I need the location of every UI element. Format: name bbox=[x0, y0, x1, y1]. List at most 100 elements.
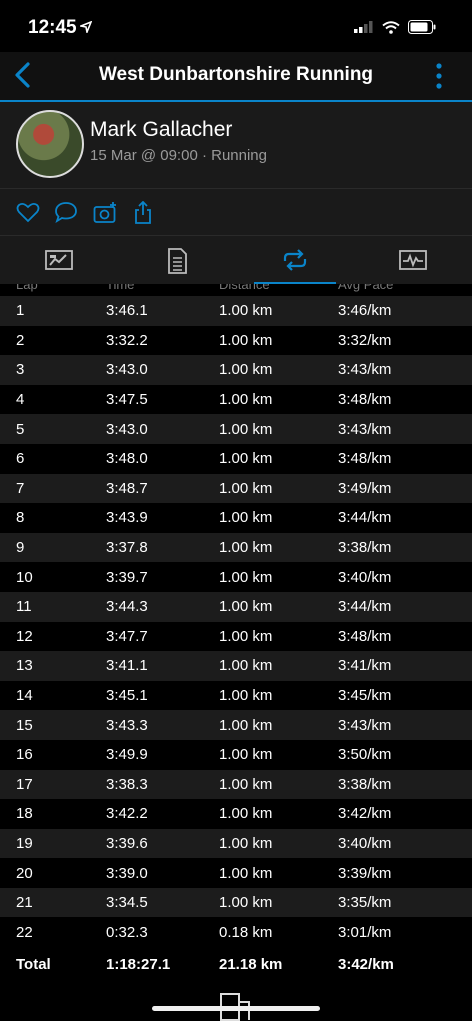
status-time: 12:45 bbox=[28, 17, 77, 38]
lap-time: 3:45.1 bbox=[106, 687, 148, 705]
total-time: 1:18:27.1 bbox=[106, 955, 171, 973]
lap-number: 12 bbox=[16, 627, 33, 645]
lap-pace: 3:45/km bbox=[338, 687, 392, 705]
table-row[interactable]: 19 3:39.6 1.00 km 3:40/km bbox=[0, 828, 472, 859]
lap-pace: 3:48/km bbox=[338, 391, 392, 409]
tab-details[interactable] bbox=[118, 236, 236, 284]
table-row[interactable]: 2 3:32.2 1.00 km 3:32/km bbox=[0, 326, 472, 356]
lap-pace: 3:50/km bbox=[338, 746, 392, 764]
charts-tab-icon bbox=[399, 250, 427, 270]
table-row[interactable]: 20 3:39.0 1.00 km 3:39/km bbox=[0, 858, 472, 888]
lap-pace: 3:40/km bbox=[338, 834, 392, 852]
lap-pace: 3:32/km bbox=[338, 331, 392, 349]
table-row[interactable]: 6 3:48.0 1.00 km 3:48/km bbox=[0, 444, 472, 474]
table-row[interactable]: 1 3:46.1 1.00 km 3:46/km bbox=[0, 296, 472, 326]
more-vertical-icon[interactable] bbox=[432, 62, 446, 90]
lap-distance: 1.00 km bbox=[219, 361, 273, 379]
lap-time: 3:43.9 bbox=[106, 509, 148, 527]
lap-number: 5 bbox=[16, 420, 25, 438]
lap-pace: 3:39/km bbox=[338, 864, 392, 882]
lap-number: 17 bbox=[16, 775, 33, 793]
laps-tab-icon bbox=[283, 249, 307, 271]
lap-time: 3:43.0 bbox=[106, 361, 148, 379]
nav-bar: West Dunbartonshire Running bbox=[0, 52, 472, 102]
table-row[interactable]: 16 3:49.9 1.00 km 3:50/km bbox=[0, 740, 472, 770]
lap-number: 16 bbox=[16, 746, 33, 764]
table-row[interactable]: 4 3:47.5 1.00 km 3:48/km bbox=[0, 385, 472, 415]
lap-distance: 1.00 km bbox=[219, 391, 273, 409]
table-row[interactable]: 13 3:41.1 1.00 km 3:41/km bbox=[0, 651, 472, 681]
lap-distance: 1.00 km bbox=[219, 420, 273, 438]
athlete-name[interactable]: Mark Gallacher bbox=[90, 118, 232, 142]
share-icon[interactable] bbox=[133, 201, 153, 225]
table-body: 1 3:46.1 1.00 km 3:46/km 2 3:32.2 1.00 km 3:32/… bbox=[0, 296, 472, 947]
tab-laps[interactable] bbox=[236, 236, 354, 284]
battery-icon bbox=[408, 20, 436, 34]
lap-number: 9 bbox=[16, 539, 25, 557]
action-bar bbox=[0, 189, 472, 236]
lap-pace: 3:42/km bbox=[338, 805, 392, 823]
lap-distance: 1.00 km bbox=[219, 450, 273, 468]
table-row[interactable]: 14 3:45.1 1.00 km 3:45/km bbox=[0, 681, 472, 711]
lap-distance: 1.00 km bbox=[219, 775, 273, 793]
lap-time: 3:42.2 bbox=[106, 805, 148, 823]
lap-time: 3:39.7 bbox=[106, 568, 148, 586]
table-row[interactable]: 8 3:43.9 1.00 km 3:44/km bbox=[0, 503, 472, 533]
lap-time: 3:39.0 bbox=[106, 864, 148, 882]
lap-number: 3 bbox=[16, 361, 25, 379]
total-pace: 3:42/km bbox=[338, 955, 394, 973]
lap-time: 3:47.7 bbox=[106, 627, 148, 645]
activity-subtitle: 15 Mar @ 09:00 · Running bbox=[90, 147, 267, 164]
status-bar: 12:45 bbox=[0, 0, 472, 52]
lap-time: 0:32.3 bbox=[106, 923, 148, 941]
lap-pace: 3:48/km bbox=[338, 627, 392, 645]
tab-charts[interactable] bbox=[354, 236, 472, 284]
table-total-row: Total 1:18:27.1 21.18 km 3:42/km bbox=[0, 947, 472, 981]
header-lap: Lap bbox=[16, 284, 38, 292]
table-row[interactable]: 17 3:38.3 1.00 km 3:38/km bbox=[0, 769, 472, 800]
table-row[interactable]: 10 3:39.7 1.00 km 3:40/km bbox=[0, 562, 472, 592]
lap-distance: 1.00 km bbox=[219, 834, 273, 852]
header-avg-pace: Avg Pace bbox=[338, 284, 394, 292]
avatar[interactable] bbox=[16, 110, 84, 178]
lap-time: 3:39.6 bbox=[106, 834, 148, 852]
table-row[interactable]: 18 3:42.2 1.00 km 3:42/km bbox=[0, 799, 472, 829]
comment-icon[interactable] bbox=[54, 201, 78, 223]
table-row[interactable]: 12 3:47.7 1.00 km 3:48/km bbox=[0, 622, 472, 652]
lap-number: 10 bbox=[16, 568, 33, 586]
lap-distance: 1.00 km bbox=[219, 864, 273, 882]
lap-distance: 1.00 km bbox=[219, 805, 273, 823]
location-arrow-icon bbox=[80, 21, 92, 33]
lap-distance: 1.00 km bbox=[219, 894, 273, 912]
lap-number: 1 bbox=[16, 302, 25, 320]
lap-distance: 1.00 km bbox=[219, 331, 273, 349]
tab-summary[interactable] bbox=[0, 236, 118, 284]
table-row[interactable]: 11 3:44.3 1.00 km 3:44/km bbox=[0, 591, 472, 622]
lap-distance: 1.00 km bbox=[219, 539, 273, 557]
total-label: Total bbox=[16, 955, 51, 973]
home-indicator[interactable] bbox=[152, 1006, 320, 1011]
table-row[interactable]: 3 3:43.0 1.00 km 3:43/km bbox=[0, 355, 472, 385]
lap-pace: 3:44/km bbox=[338, 509, 392, 527]
details-tab-icon bbox=[168, 248, 187, 274]
table-row[interactable]: 15 3:43.3 1.00 km 3:43/km bbox=[0, 710, 472, 740]
table-row[interactable]: 5 3:43.0 1.00 km 3:43/km bbox=[0, 414, 472, 444]
lap-time: 3:48.7 bbox=[106, 479, 148, 497]
lap-distance: 1.00 km bbox=[219, 627, 273, 645]
table-row[interactable]: 22 0:32.3 0.18 km 3:01/km bbox=[0, 917, 472, 947]
total-distance: 21.18 km bbox=[219, 955, 283, 973]
lap-time: 3:44.3 bbox=[106, 598, 148, 616]
table-row[interactable]: 21 3:34.5 1.00 km 3:35/km bbox=[0, 887, 472, 918]
table-row[interactable]: 7 3:48.7 1.00 km 3:49/km bbox=[0, 473, 472, 504]
laps-table: Lap Time Distance Avg Pace 1 3:46.1 1.00 k… bbox=[0, 284, 472, 981]
table-row[interactable]: 9 3:37.8 1.00 km 3:38/km bbox=[0, 532, 472, 563]
lap-time: 3:41.1 bbox=[106, 657, 148, 675]
lap-distance: 1.00 km bbox=[219, 479, 273, 497]
lap-pace: 3:38/km bbox=[338, 775, 392, 793]
lap-distance: 1.00 km bbox=[219, 302, 273, 320]
camera-add-icon[interactable] bbox=[93, 201, 119, 225]
heart-icon[interactable] bbox=[16, 201, 40, 223]
lap-time: 3:32.2 bbox=[106, 331, 148, 349]
lap-number: 19 bbox=[16, 834, 33, 852]
lap-pace: 3:44/km bbox=[338, 598, 392, 616]
